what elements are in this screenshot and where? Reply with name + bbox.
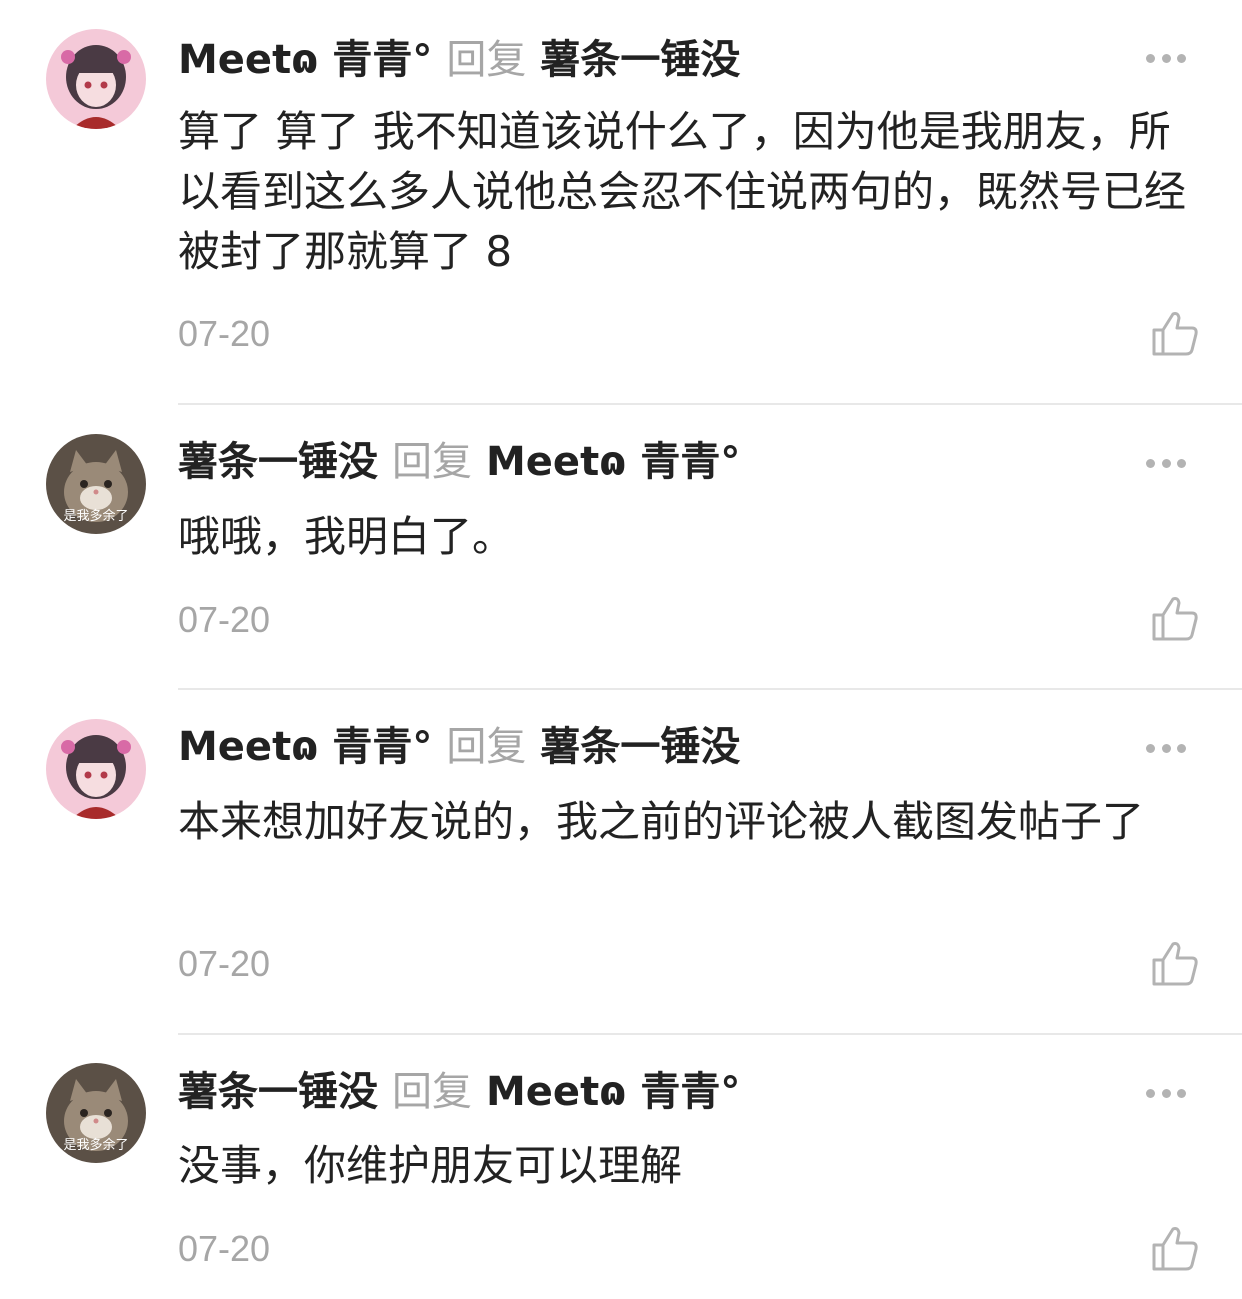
comment-header: 薯条一锤没 回复 Meetɷ 青青°	[178, 1064, 740, 1120]
comment-text: 没事，你维护朋友可以理解	[178, 1141, 683, 1190]
reply-label: 回复	[446, 724, 527, 770]
avatar-caption: 是我多余了	[63, 509, 129, 524]
more-icon[interactable]	[1146, 457, 1186, 469]
author-name[interactable]: 薯条一锤没	[178, 439, 378, 485]
comment-date: 07-20	[178, 943, 271, 984]
divider	[178, 688, 1242, 690]
thumbs-up-icon[interactable]	[1150, 595, 1200, 643]
comment-text: 算了 算了 我不知道该说什么了，因为他是我朋友，所以看到这么多人说他总会忍不住说…	[178, 107, 1187, 276]
comment-date: 07-20	[178, 1228, 271, 1269]
thumbs-up-icon[interactable]	[1150, 940, 1200, 988]
reply-target-name[interactable]: Meetɷ 青青°	[486, 439, 740, 485]
thumbs-up-icon[interactable]	[1150, 1225, 1200, 1273]
more-icon[interactable]	[1146, 1087, 1186, 1099]
divider	[178, 1033, 1242, 1035]
divider	[178, 403, 1242, 405]
more-icon[interactable]	[1146, 742, 1186, 754]
avatar[interactable]: 是我多余了	[46, 1063, 146, 1163]
comment-header: Meetɷ 青青° 回复 薯条一锤没	[178, 32, 740, 88]
reply-target-name[interactable]: Meetɷ 青青°	[486, 1069, 740, 1115]
reply-target-name[interactable]: 薯条一锤没	[540, 37, 740, 83]
comment-text: 本来想加好友说的，我之前的评论被人截图发帖子了	[178, 797, 1145, 846]
anime-girl-avatar-icon	[46, 29, 146, 129]
more-icon[interactable]	[1146, 52, 1186, 64]
comment-header: Meetɷ 青青° 回复 薯条一锤没	[178, 719, 740, 775]
avatar[interactable]	[46, 29, 146, 129]
avatar-caption: 是我多余了	[63, 1138, 129, 1153]
reply-target-name[interactable]: 薯条一锤没	[540, 724, 740, 770]
comment-text: 哦哦，我明白了。	[178, 512, 515, 561]
thumbs-up-icon[interactable]	[1150, 310, 1200, 358]
comment-date: 07-20	[178, 599, 271, 640]
avatar[interactable]	[46, 719, 146, 819]
comment-header: 薯条一锤没 回复 Meetɷ 青青°	[178, 434, 740, 490]
author-name[interactable]: Meetɷ 青青°	[178, 37, 432, 83]
comment-date: 07-20	[178, 313, 271, 354]
author-name[interactable]: 薯条一锤没	[178, 1069, 378, 1115]
reply-label: 回复	[392, 1069, 472, 1115]
anime-girl-avatar-icon	[46, 719, 146, 819]
reply-label: 回复	[392, 439, 472, 485]
author-name[interactable]: Meetɷ 青青°	[178, 724, 432, 770]
reply-label: 回复	[446, 37, 527, 83]
avatar[interactable]: 是我多余了	[46, 434, 146, 534]
